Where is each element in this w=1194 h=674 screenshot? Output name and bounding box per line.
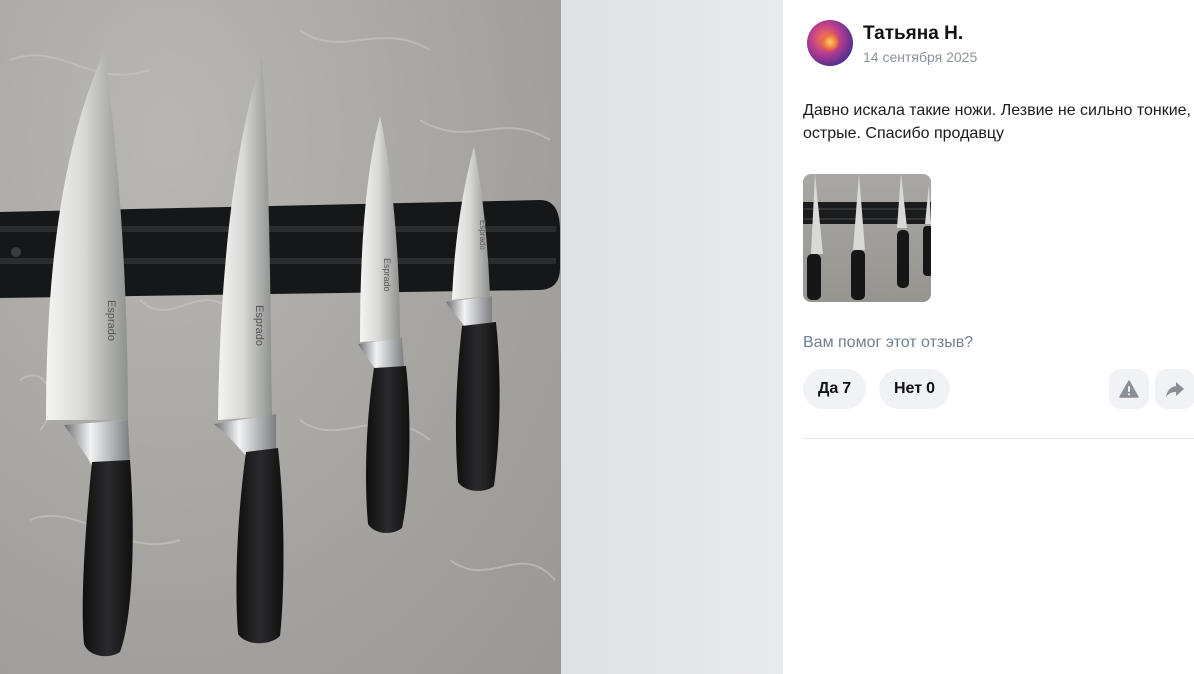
brand-label: Esprado <box>253 305 265 346</box>
photo-thumbnail[interactable] <box>803 174 931 302</box>
share-arrow-icon <box>1166 382 1184 397</box>
review-viewer: Esprado Esprado Esprado Esprado Татьяна … <box>0 0 1194 674</box>
vote-no-button[interactable]: Нет 0 <box>879 369 950 409</box>
complain-button[interactable] <box>1109 369 1149 409</box>
vote-no-label: Нет <box>894 380 923 397</box>
vote-yes-button[interactable]: Да 7 <box>803 369 867 409</box>
vote-no-count: 0 <box>926 380 935 397</box>
brand-label: Esprado <box>478 220 487 250</box>
warning-icon <box>1119 380 1139 398</box>
vote-yes-label: Да <box>818 380 839 397</box>
share-button[interactable] <box>1155 369 1194 409</box>
author-name[interactable]: Татьяна Н. <box>863 23 963 45</box>
review-photo[interactable]: Esprado Esprado Esprado Esprado <box>0 0 561 674</box>
divider <box>803 438 1194 439</box>
knives-photo-illustration: Esprado Esprado Esprado Esprado <box>0 29 560 657</box>
review-date: 14 сентября 2025 <box>863 49 978 65</box>
helpful-question: Вам помог этот отзыв? <box>803 334 974 351</box>
thumbnail-image <box>803 174 931 300</box>
author-avatar[interactable] <box>807 20 853 66</box>
brand-label: Esprado <box>382 258 392 292</box>
media-pane: Esprado Esprado Esprado Esprado <box>0 0 783 674</box>
review-panel: Татьяна Н. 14 сентября 2025 Давно искала… <box>783 0 1194 674</box>
brand-label: Esprado <box>105 300 117 341</box>
review-text: Давно искала такие ножи. Лезвие не сильн… <box>803 102 1191 142</box>
vote-yes-count: 7 <box>842 380 852 397</box>
